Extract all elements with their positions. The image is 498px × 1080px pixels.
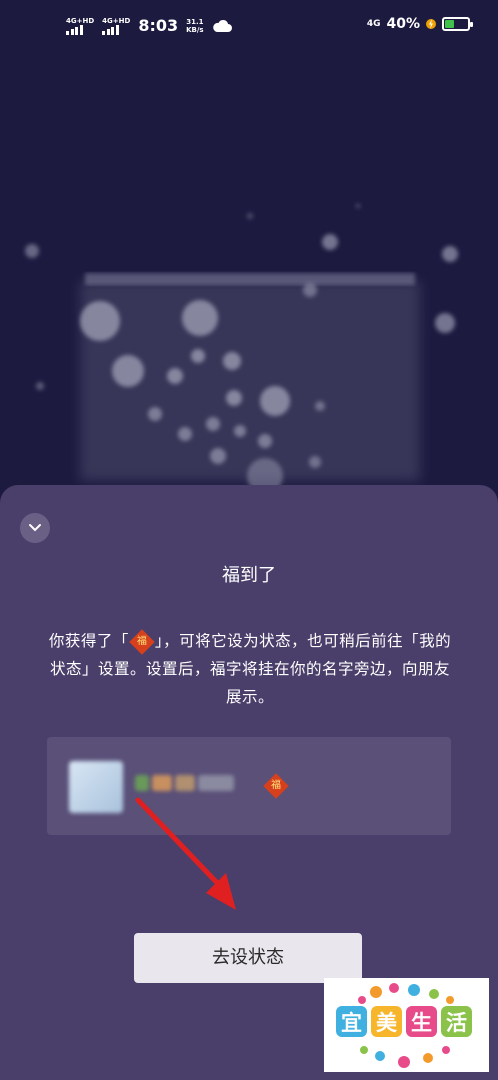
status-fu-badge-char: 福 <box>271 780 281 791</box>
collapse-button[interactable] <box>20 513 50 543</box>
network-type: 4G <box>366 19 381 29</box>
battery-fill <box>445 20 454 28</box>
speed-value: 31.1 <box>186 17 204 26</box>
watermark-char: 生 <box>406 1006 437 1037</box>
status-bar: 4G+HD 4G+HD 8:03 31.1 KB/s 4G 40% <box>0 0 498 56</box>
charging-icon <box>426 19 436 29</box>
sheet-title: 福到了 <box>222 565 276 586</box>
battery-percent: 40% <box>386 16 420 32</box>
speed-unit: KB/s <box>186 25 204 34</box>
watermark-logo: 宜 美 生 活 <box>324 978 489 1072</box>
battery-icon <box>442 17 473 31</box>
description-part-1: 你获得了「 <box>48 632 129 650</box>
sim1-label: 4G+HD <box>66 16 95 25</box>
profile-preview-card: 福 <box>47 737 451 835</box>
fu-badge-char: 福 <box>136 635 148 647</box>
watermark-char: 美 <box>371 1006 402 1037</box>
blurred-nickname <box>135 775 234 791</box>
fu-badge-icon: 福 <box>129 628 155 655</box>
set-status-button[interactable]: 去设状态 <box>134 933 362 983</box>
avatar <box>69 761 123 813</box>
clock: 8:03 <box>138 16 179 35</box>
bokeh-background <box>25 204 458 494</box>
sim2-signal-icon: 4G+HD <box>102 17 130 35</box>
description-text: 你获得了「福」，可将它设为状态，也可稍后前往「我的状态」设置。设置后，福字将挂在… <box>48 627 452 711</box>
cloud-icon <box>212 19 232 32</box>
watermark-char: 活 <box>441 1006 472 1037</box>
sim2-label: 4G+HD <box>102 16 131 25</box>
status-fu-badge-icon: 福 <box>263 773 289 799</box>
sim1-signal-icon: 4G+HD <box>66 17 94 35</box>
watermark-char: 宜 <box>336 1006 367 1037</box>
network-speed: 31.1 KB/s <box>186 18 203 34</box>
chevron-down-icon <box>29 524 41 532</box>
